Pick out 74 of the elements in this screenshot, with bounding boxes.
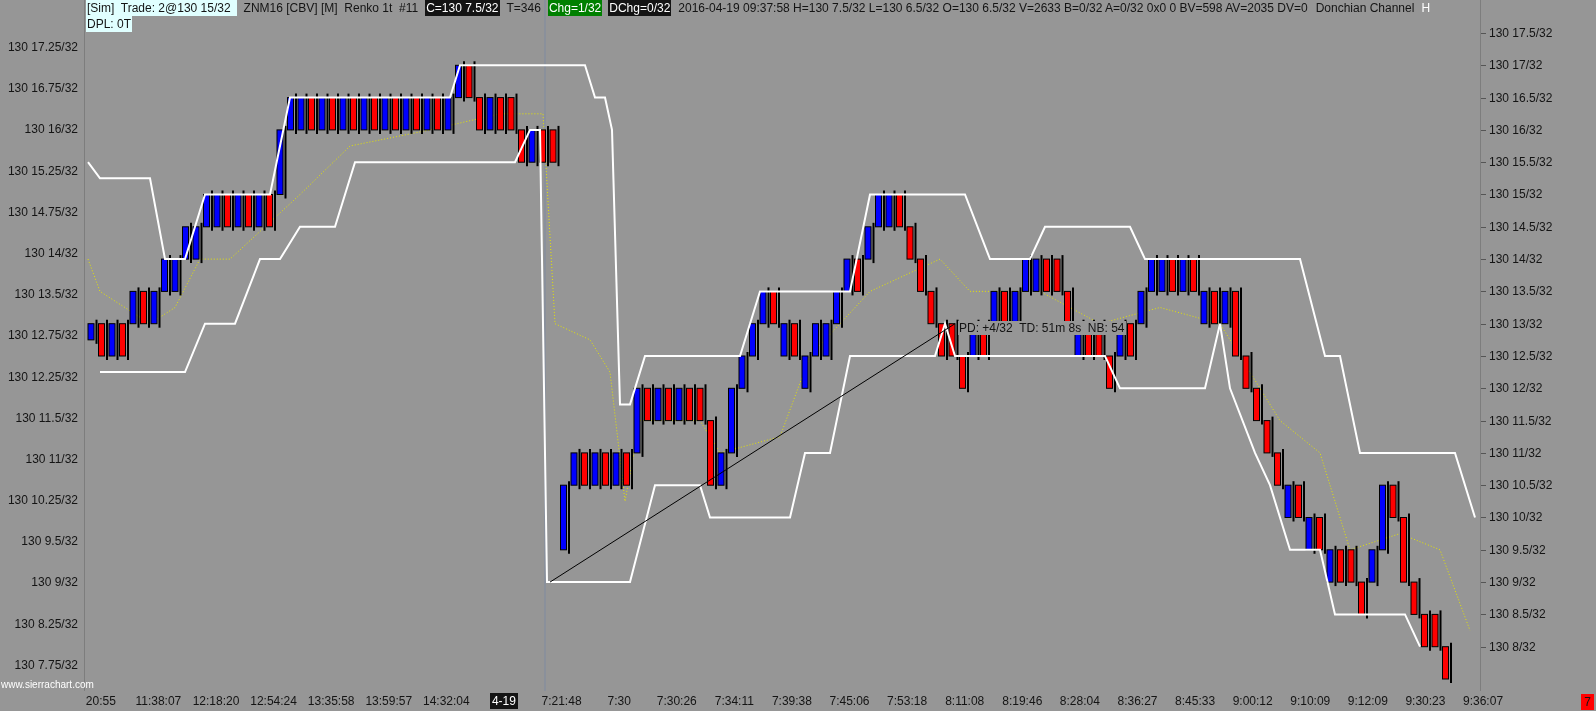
time-label: 8:19:46: [1001, 693, 1044, 709]
time-label: 9:12:09: [1346, 693, 1389, 709]
price-label: 130 12.25/32: [7, 368, 78, 385]
price-label: 130 10.25/32: [7, 492, 78, 509]
price-label: 130 10.5/32: [1489, 477, 1553, 494]
price-label: 130 9.5/32: [21, 533, 78, 550]
time-label: 9:10:09: [1289, 693, 1332, 709]
price-label: 130 10/32: [1489, 509, 1543, 526]
price-label: 130 17.5/32: [1489, 25, 1553, 41]
price-label: 130 15/32: [1489, 186, 1543, 203]
price-label: 130 14.5/32: [1489, 218, 1553, 235]
header-field: T=346: [505, 0, 542, 16]
header-field: H: [1421, 0, 1431, 16]
time-label: 13:35:58: [306, 693, 356, 709]
header-field: ZNM16 [CBV] [M] Renko 1t #11: [242, 0, 420, 16]
time-label: 7:21:48: [540, 693, 583, 709]
header-field: Donchian Channel: [1314, 0, 1416, 16]
price-label: 130 9/32: [31, 574, 78, 591]
price-label: 130 17.25/32: [7, 39, 78, 55]
price-label: 130 14/32: [1489, 251, 1543, 268]
time-label: 12:54:24: [249, 693, 298, 709]
header-field: 2016-04-19 09:37:58 H=130 7.5/32 L=130 6.5/32 O=130 6.5/32 V=2633 B=0/32 A=0/32 0x0 0 BV=598 AV=2035 DV=0: [677, 0, 1309, 16]
time-label: 7:34:11: [713, 693, 755, 709]
price-label: 130 16.75/32: [7, 80, 78, 97]
alert-badge: 7: [1581, 694, 1594, 710]
price-label: 130 16/32: [1489, 121, 1543, 138]
price-label: 130 15.25/32: [7, 162, 78, 179]
time-label: 14:32:04: [422, 693, 471, 709]
price-label: 130 12.75/32: [7, 327, 78, 344]
price-label: 130 11.5/32: [15, 409, 78, 426]
time-label: 9:30:23: [1404, 693, 1447, 709]
price-label: 130 12.5/32: [1489, 347, 1553, 364]
time-label: 4-19: [489, 693, 518, 709]
price-label: 130 9.5/32: [1489, 541, 1546, 558]
time-label: 20:55: [84, 693, 117, 709]
watermark-text: www.sierrachart.com: [1, 679, 94, 691]
trade-status: [Sim] Trade: 2@130 15/32: [86, 0, 237, 16]
price-label: 130 8/32: [1489, 638, 1536, 655]
price-label: 130 11/32: [1489, 444, 1542, 461]
drawing-annotation: PD: +4/32 TD: 51m 8s NB: 54: [958, 321, 1126, 335]
price-label: 130 16/32: [24, 121, 78, 138]
time-label: 7:39:38: [770, 693, 813, 709]
time-label: 7:45:06: [828, 693, 871, 709]
time-label: 7:30: [606, 693, 632, 709]
price-label: 130 7.75/32: [14, 656, 78, 673]
time-label: 8:28:04: [1058, 693, 1101, 709]
price-label: 130 12/32: [1489, 380, 1543, 397]
price-label: 130 14/32: [24, 244, 78, 261]
header-field: C=130 7.5/32: [425, 0, 500, 16]
price-label: 130 8.25/32: [14, 615, 78, 632]
time-label: 8:11:08: [944, 693, 986, 709]
price-label: 130 17/32: [1489, 57, 1543, 74]
time-label: 7:53:18: [886, 693, 929, 709]
time-label: 7:30:26: [655, 693, 698, 709]
header-field: Chg=1/32: [547, 0, 603, 16]
price-label: 130 13.5/32: [14, 286, 78, 303]
price-label: 130 13.5/32: [1489, 283, 1553, 300]
price-label: 130 14.75/32: [7, 203, 78, 220]
time-label: 8:36:27: [1116, 693, 1159, 709]
price-label: 130 13/32: [1489, 315, 1543, 332]
time-label: 8:45:33: [1174, 693, 1217, 709]
price-label: 130 11/32: [25, 450, 78, 467]
time-label: 9:00:12: [1231, 693, 1274, 709]
price-label: 130 9/32: [1489, 574, 1536, 591]
price-label: 130 8.5/32: [1489, 606, 1546, 623]
header-field: DChg=0/32: [608, 0, 672, 16]
dpl-label: DPL: 0T: [86, 16, 132, 32]
price-label: 130 16.5/32: [1489, 89, 1553, 106]
time-label: 9:36:07: [1462, 693, 1505, 709]
time-label: 13:59:57: [364, 693, 414, 709]
time-label: 12:18:20: [191, 693, 241, 709]
time-label: 11:38:07: [134, 693, 183, 709]
price-label: 130 15.5/32: [1489, 154, 1553, 171]
price-label: 130 11.5/32: [1489, 412, 1552, 429]
